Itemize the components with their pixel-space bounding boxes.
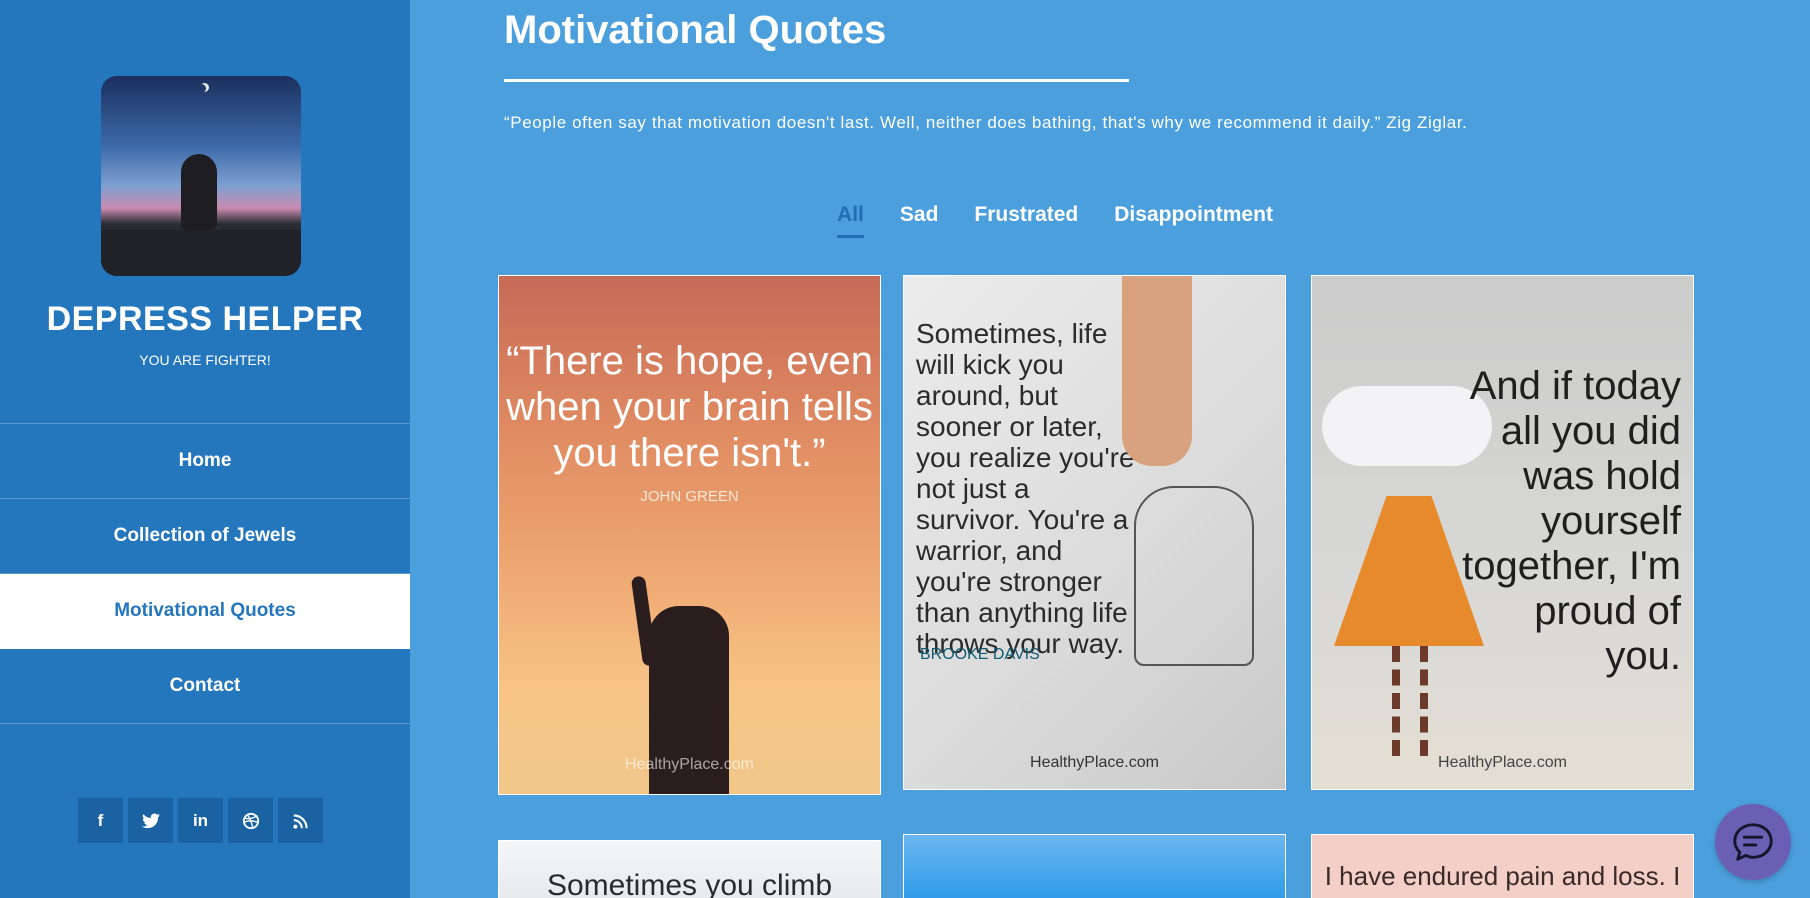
nav-item-collection-of-jewels[interactable]: Collection of Jewels: [0, 499, 410, 574]
quote-card[interactable]: “There is hope, even when your brain tel…: [498, 275, 881, 795]
quote-text: Sometimes you climb: [546, 869, 833, 898]
linkedin-icon[interactable]: in: [178, 798, 223, 843]
social-links: f in: [78, 798, 323, 843]
sidebar: DEPRESS HELPER YOU ARE FIGHTER! Home Col…: [0, 0, 410, 898]
dribbble-icon[interactable]: [228, 798, 273, 843]
quote-card[interactable]: And if today all you did was hold yourse…: [1311, 275, 1694, 790]
quote-author: JOHN GREEN: [640, 488, 739, 505]
chat-button[interactable]: [1715, 804, 1791, 880]
nav-item-home[interactable]: Home: [0, 424, 410, 499]
filter-tabs: All Sad Frustrated Disappointment: [410, 203, 1700, 238]
filter-frustrated[interactable]: Frustrated: [974, 203, 1078, 238]
ground-shape: [101, 230, 301, 276]
quote-card[interactable]: Sometimes, life will kick you around, bu…: [903, 275, 1286, 790]
filter-disappointment[interactable]: Disappointment: [1114, 203, 1273, 238]
quote-text: “There is hope, even when your brain tel…: [506, 339, 873, 475]
quote-card[interactable]: [903, 834, 1286, 898]
main-content: Motivational Quotes “People often say th…: [410, 0, 1810, 898]
twitter-icon[interactable]: [128, 798, 173, 843]
silhouette-shape: [181, 154, 217, 230]
profile-avatar: [101, 76, 301, 276]
nav-item-motivational-quotes[interactable]: Motivational Quotes: [0, 574, 410, 649]
rss-icon[interactable]: [278, 798, 323, 843]
page-title: Motivational Quotes: [504, 8, 887, 52]
nav-item-contact[interactable]: Contact: [0, 649, 410, 724]
quote-text: Sometimes, life will kick you around, bu…: [916, 318, 1135, 659]
quote-text: And if today all you did was hold yourse…: [1462, 364, 1681, 678]
filter-all[interactable]: All: [837, 203, 864, 238]
quote-brand: HealthyPlace.com: [1030, 754, 1159, 771]
intro-quote: “People often say that motivation doesn'…: [504, 113, 1468, 132]
chat-bubble-icon: [1733, 823, 1773, 861]
quote-brand: HealthyPlace.com: [1438, 754, 1567, 771]
filter-sad[interactable]: Sad: [900, 203, 939, 238]
site-tagline: YOU ARE FIGHTER!: [139, 352, 271, 368]
site-title[interactable]: DEPRESS HELPER: [0, 300, 410, 339]
quote-author: BROOKE DAVIS: [920, 646, 1040, 663]
moon-shape: [197, 84, 206, 93]
quote-brand: HealthyPlace.com: [625, 756, 754, 773]
quote-text: I have endured pain and loss. I: [1324, 861, 1681, 891]
fist-illustration: [1122, 276, 1192, 466]
quote-card[interactable]: Sometimes you climb: [498, 840, 881, 898]
main-nav: Home Collection of Jewels Motivational Q…: [0, 423, 410, 724]
title-divider: [504, 79, 1129, 82]
legs-illustration: [1392, 646, 1428, 756]
facebook-icon[interactable]: f: [78, 798, 123, 843]
sketch-figure: [1134, 486, 1254, 666]
quote-card[interactable]: I have endured pain and loss. I: [1311, 834, 1694, 898]
